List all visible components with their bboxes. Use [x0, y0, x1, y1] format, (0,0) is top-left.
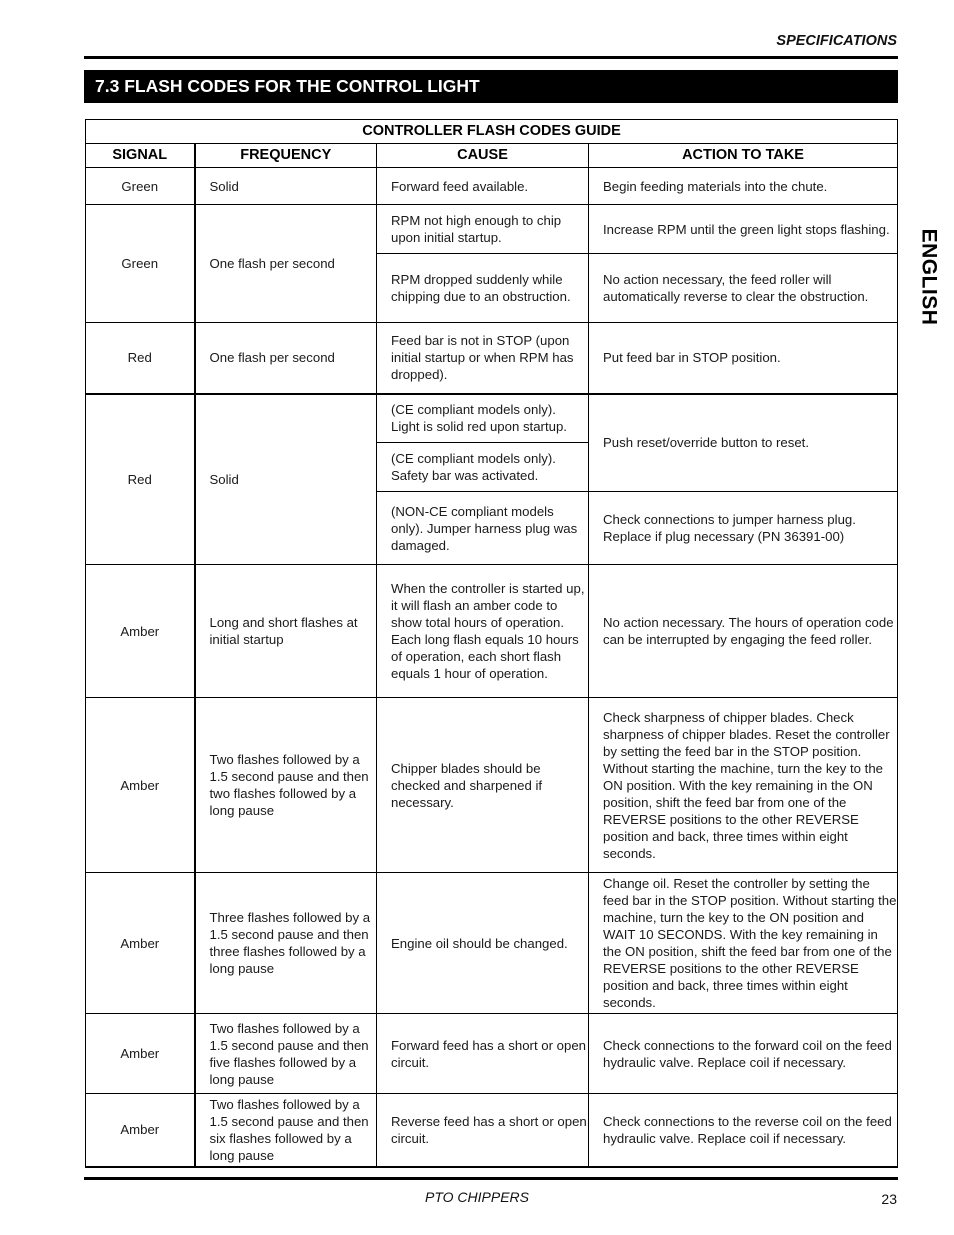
signal-cell: Red	[85, 322, 196, 394]
table-row-group: Amber Two flashes followed by a 1.5 seco…	[85, 1093, 899, 1168]
signal-cell: Amber	[85, 872, 196, 1014]
action-cell: Check connections to the reverse coil on…	[587, 1093, 899, 1168]
frequency-cell: One flash per second	[194, 204, 377, 323]
table-row: Amber Three flashes followed by a 1.5 se…	[85, 872, 899, 1014]
signal-cell: Green	[85, 204, 196, 323]
frequency-cell: Solid	[194, 393, 377, 565]
signal-cell: Green	[85, 167, 196, 205]
cause-cell: (NON-CE compliant models only). Jumper h…	[376, 491, 589, 565]
frequency-cell: One flash per second	[194, 322, 377, 394]
action-cell: Change oil. Reset the controller by sett…	[587, 872, 899, 1014]
action-cell: No action necessary, the feed roller wil…	[587, 253, 899, 323]
column-header-action: ACTION TO TAKE	[587, 143, 899, 168]
language-side-tab-label: ENGLISH	[917, 228, 940, 326]
top-rule	[84, 56, 898, 59]
action-cell: Increase RPM until the green light stops…	[587, 204, 899, 254]
table-row-group: Amber Two flashes followed by a 1.5 seco…	[85, 697, 899, 873]
frequency-cell: Two flashes followed by a 1.5 second pau…	[194, 697, 377, 873]
page-number: 23	[881, 1191, 897, 1207]
signal-cell: Amber	[85, 1093, 196, 1168]
running-head: SPECIFICATIONS	[776, 33, 897, 49]
action-cell: Check connections to the forward coil on…	[587, 1013, 899, 1094]
column-header-signal: SIGNAL	[85, 143, 196, 168]
table-row: Amber Long and short flashes at initial …	[85, 564, 899, 698]
cause-cell: Feed bar is not in STOP (upon initial st…	[376, 322, 589, 394]
frequency-cell: Two flashes followed by a 1.5 second pau…	[194, 1093, 377, 1168]
action-cell: Begin feeding materials into the chute.	[587, 167, 899, 205]
table-row: Red Solid (CE compliant models only). Li…	[85, 393, 899, 565]
table-row-group: Red One flash per second Feed bar is not…	[85, 322, 899, 394]
flash-codes-table: CONTROLLER FLASH CODES GUIDE SIGNAL FREQ…	[84, 119, 899, 1168]
frequency-cell: Two flashes followed by a 1.5 second pau…	[194, 1013, 377, 1094]
cause-cell: When the controller is started up, it wi…	[376, 564, 589, 698]
column-header-frequency: FREQUENCY	[194, 143, 377, 168]
action-cell: No action necessary. The hours of operat…	[587, 564, 899, 698]
footer-title: PTO CHIPPERS	[425, 1189, 529, 1205]
signal-cell: Amber	[85, 1013, 196, 1094]
cause-cell: RPM not high enough to chip upon initial…	[376, 204, 589, 254]
action-cell: Check connections to jumper harness plug…	[587, 491, 899, 565]
language-side-tab: ENGLISH	[913, 222, 943, 332]
action-cell: Push reset/override button to reset.	[587, 393, 899, 492]
cause-cell: Engine oil should be changed.	[376, 872, 589, 1014]
cause-cell: (CE compliant models only). Safety bar w…	[376, 442, 589, 492]
table-row: Green One flash per second RPM not high …	[85, 204, 899, 323]
table-row: Amber Two flashes followed by a 1.5 seco…	[85, 1013, 899, 1094]
signal-cell: Red	[85, 393, 196, 565]
bottom-rule	[84, 1177, 898, 1180]
table-row-group: Red Solid (CE compliant models only). Li…	[85, 393, 899, 565]
cause-cell: Forward feed available.	[376, 167, 589, 205]
signal-cell: Amber	[85, 564, 196, 698]
table-caption: CONTROLLER FLASH CODES GUIDE	[84, 119, 899, 144]
table-row: Amber Two flashes followed by a 1.5 seco…	[85, 1093, 899, 1168]
cause-cell: Chipper blades should be checked and sha…	[376, 697, 589, 873]
action-cell: Put feed bar in STOP position.	[587, 322, 899, 394]
cause-cell: Reverse feed has a short or open circuit…	[376, 1093, 589, 1168]
column-header-cause: CAUSE	[376, 143, 589, 168]
table-row: Amber Two flashes followed by a 1.5 seco…	[85, 697, 899, 873]
table-row-group: Amber Long and short flashes at initial …	[85, 564, 899, 698]
signal-cell: Amber	[85, 697, 196, 873]
table-row: Green Solid Forward feed available. Begi…	[85, 167, 899, 205]
frequency-cell: Three flashes followed by a 1.5 second p…	[194, 872, 377, 1014]
table-row: Red One flash per second Feed bar is not…	[85, 322, 899, 394]
frequency-cell: Long and short flashes at initial startu…	[194, 564, 377, 698]
cause-cell: RPM dropped suddenly while chipping due …	[376, 253, 589, 323]
action-cell: Check sharpness of chipper blades. Check…	[587, 697, 899, 873]
table-row-group: Green Solid Forward feed available. Begi…	[85, 167, 899, 205]
frequency-cell: Solid	[194, 167, 377, 205]
table-row-group: Amber Three flashes followed by a 1.5 se…	[85, 872, 899, 1014]
cause-cell: Forward feed has a short or open circuit…	[376, 1013, 589, 1094]
cause-cell: (CE compliant models only). Light is sol…	[376, 393, 589, 443]
table-row-group: Green One flash per second RPM not high …	[85, 204, 899, 323]
section-title: 7.3 FLASH CODES FOR THE CONTROL LIGHT	[84, 70, 898, 103]
table-row-group: Amber Two flashes followed by a 1.5 seco…	[85, 1013, 899, 1094]
